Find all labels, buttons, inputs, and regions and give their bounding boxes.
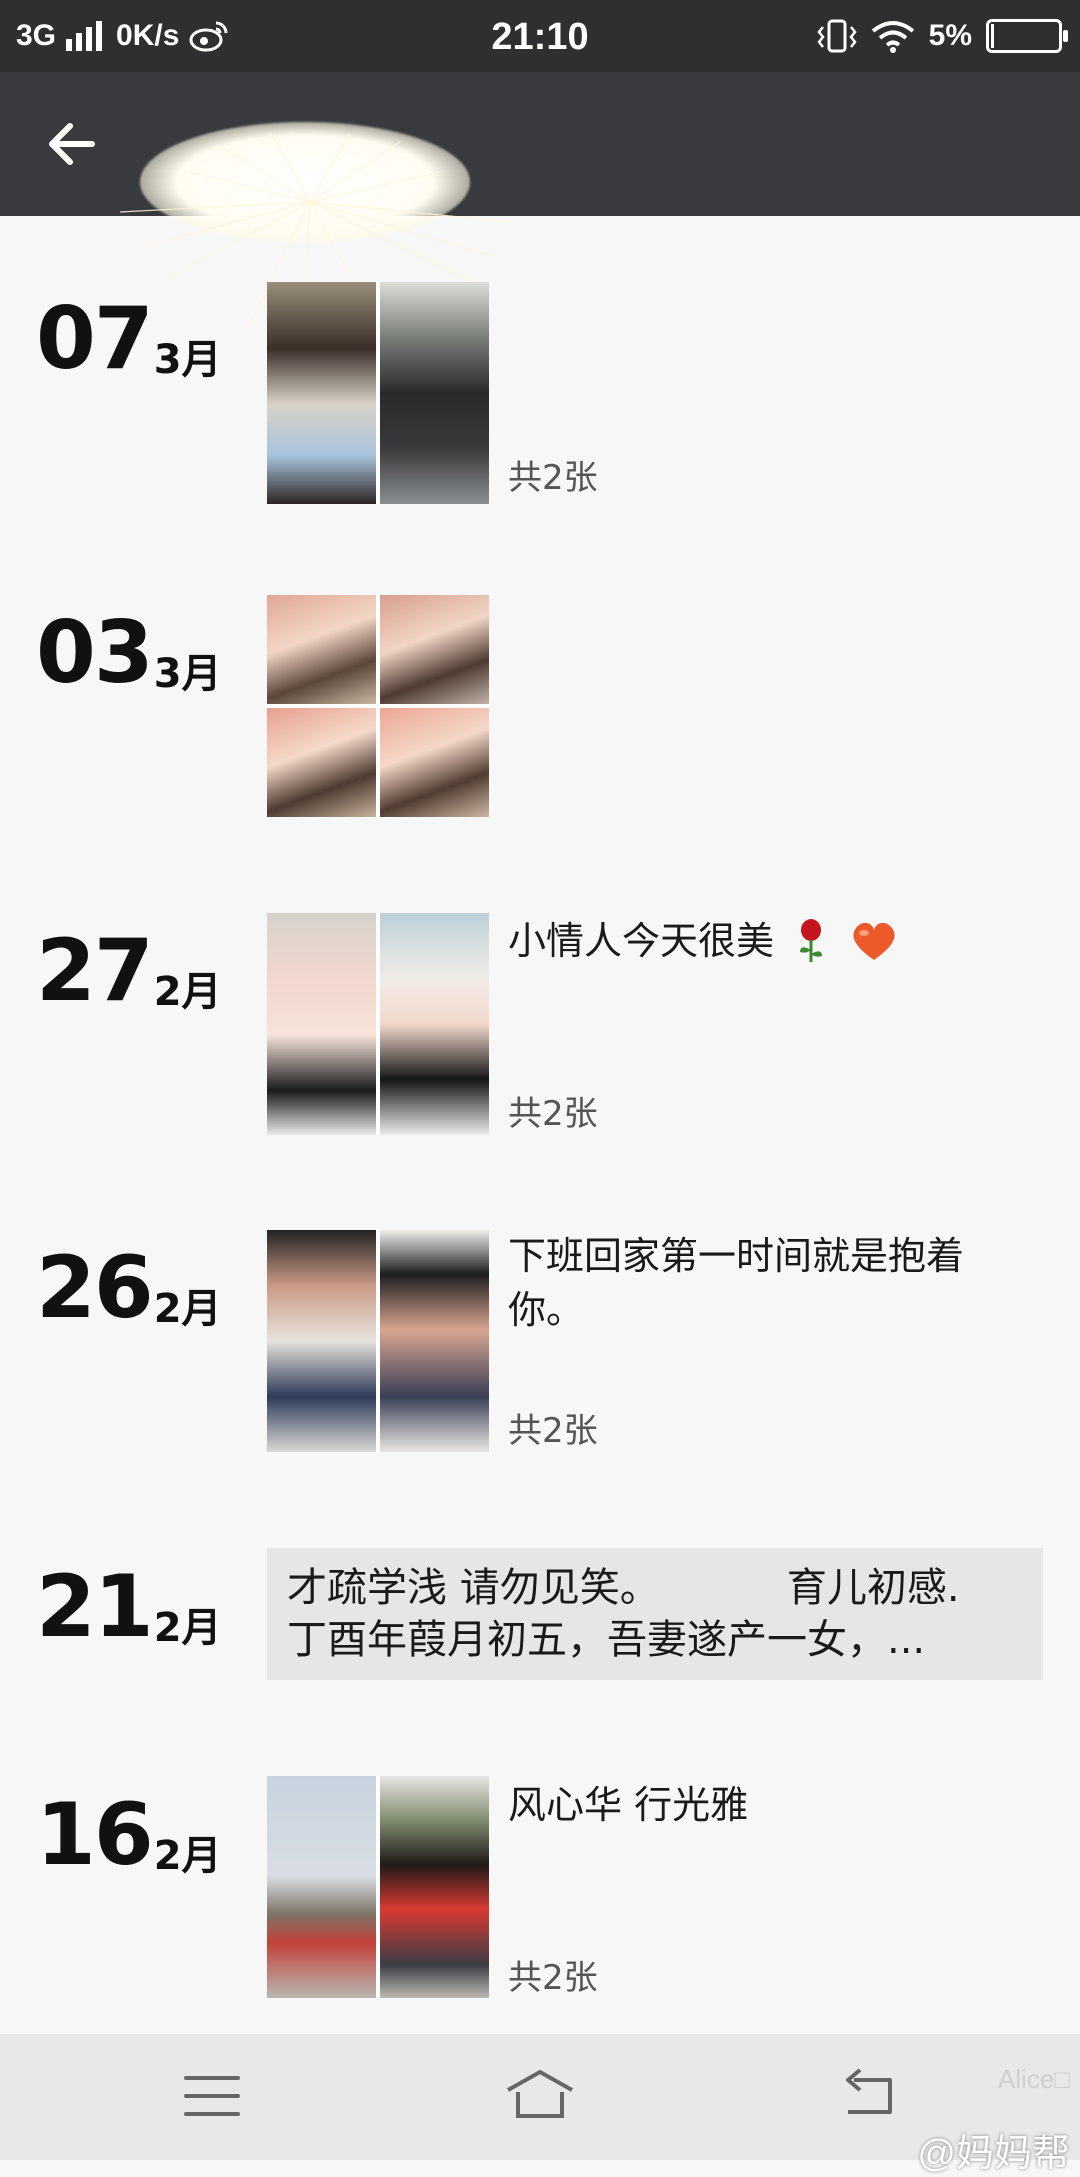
arrow-left-icon[interactable] (40, 112, 104, 176)
photo-thumbnails[interactable] (267, 1776, 489, 1998)
battery-percent: 5% (928, 19, 972, 52)
entry-day: 07 (36, 289, 154, 389)
text-post-line-2: 丁酉年葭月初五，吾妻遂产一女，... (287, 1617, 926, 1663)
entry-month: 3月 (153, 337, 222, 383)
timeline-entry[interactable]: 21 2月 才疏学浅 请勿见笑。 育儿初感. 丁酉年葭月初五，吾妻遂产一女，..… (0, 1548, 1080, 1688)
status-right: 5% (817, 14, 1068, 58)
text-post-line-1: 才疏学浅 请勿见笑。 育儿初感. (287, 1565, 960, 1611)
entry-day: 26 (36, 1238, 154, 1338)
home-icon[interactable] (500, 2064, 580, 2128)
entry-date: 03 3月 (36, 610, 222, 696)
photo-thumbnails[interactable] (267, 1230, 489, 1452)
entry-month: 3月 (153, 651, 222, 697)
entry-day: 21 (36, 1557, 154, 1657)
watermark-small: Alice□ (997, 2064, 1070, 2094)
entry-date: 26 2月 (36, 1245, 222, 1331)
entry-day: 16 (36, 1785, 154, 1885)
entry-month: 2月 (153, 969, 222, 1015)
timeline-entry[interactable]: 26 2月 下班回家第一时间就是抱着你。 共2张 (0, 1225, 1080, 1475)
photo-thumb-1 (267, 595, 376, 704)
menu-icon[interactable] (172, 2064, 252, 2128)
photo-thumb-1 (267, 282, 376, 504)
entry-day: 27 (36, 921, 154, 1021)
photo-thumbnails[interactable] (267, 595, 489, 817)
entry-caption: 下班回家第一时间就是抱着你。 (508, 1234, 965, 1332)
entry-month: 2月 (153, 1833, 222, 1879)
entry-day: 03 (36, 603, 154, 703)
back-icon[interactable] (828, 2064, 908, 2128)
battery-icon (986, 19, 1068, 53)
vibrate-icon (817, 19, 857, 53)
entry-caption: 风心华 行光雅 (508, 1783, 749, 1827)
heart-icon (853, 922, 895, 960)
photo-thumb-2 (380, 595, 489, 704)
entry-month: 2月 (153, 1286, 222, 1332)
rose-icon (800, 919, 823, 962)
battery-level (991, 24, 994, 48)
timeline-entry[interactable]: 03 3月 (0, 590, 1080, 840)
photo-thumb-1 (267, 913, 376, 1135)
photo-thumb-2 (380, 1776, 489, 1998)
entry-date: 16 2月 (36, 1792, 222, 1878)
entry-date: 27 2月 (36, 928, 222, 1014)
photo-count: 共2张 (508, 458, 598, 498)
entry-month: 2月 (153, 1605, 222, 1651)
photo-thumb-2 (380, 1230, 489, 1452)
photo-thumb-1 (267, 1776, 376, 1998)
photo-thumb-2 (380, 913, 489, 1135)
photo-count: 共2张 (508, 1094, 598, 1134)
photo-thumb-3 (267, 708, 376, 817)
timeline-entry[interactable]: 16 2月 风心华 行光雅 共2张 (0, 1770, 1080, 2010)
wifi-icon (871, 21, 914, 53)
photo-thumbnails[interactable] (267, 913, 489, 1135)
system-nav-bar: Alice□ @妈妈帮 (0, 2034, 1080, 2175)
photo-count: 共2张 (508, 1411, 598, 1451)
top-toolbar (0, 72, 1080, 358)
entry-caption: 小情人今天很美 (508, 914, 1028, 968)
timeline-entry[interactable]: 07 3月 共2张 (0, 272, 1080, 522)
photo-thumbnails[interactable] (267, 282, 489, 504)
photo-thumb-4 (380, 708, 489, 817)
photo-count: 共2张 (508, 1958, 598, 1998)
watermark: @妈妈帮 (917, 2133, 1070, 2175)
entry-date: 07 3月 (36, 296, 222, 382)
photo-thumb-2 (380, 282, 489, 504)
status-bar: 3G 0K/s 21:10 5% (0, 0, 1080, 72)
caption-text: 小情人今天很美 (508, 919, 775, 963)
timeline-entry[interactable]: 27 2月 小情人今天很美 共2张 (0, 908, 1080, 1158)
photo-thumb-1 (267, 1230, 376, 1452)
text-post-card[interactable]: 才疏学浅 请勿见笑。 育儿初感. 丁酉年葭月初五，吾妻遂产一女，... (267, 1548, 1043, 1680)
entry-date: 21 2月 (36, 1564, 222, 1650)
